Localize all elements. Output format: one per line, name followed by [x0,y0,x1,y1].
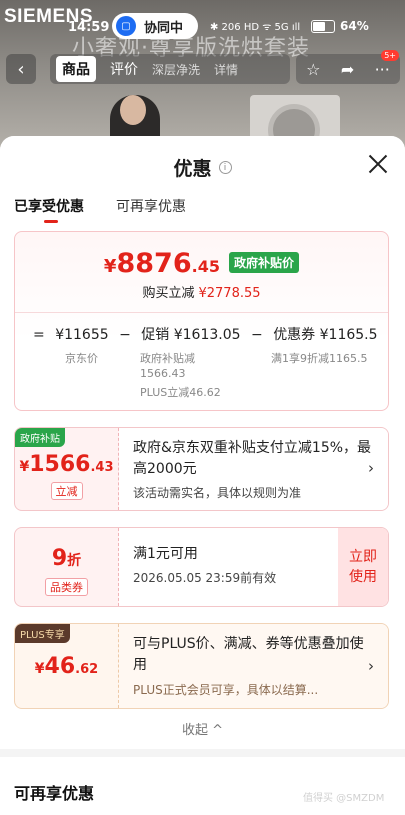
coupon-title: 政府&京东双重补贴支付立减15%，最高2000元 [133,440,372,477]
tab-reviews[interactable]: 评价 [110,59,138,79]
close-icon[interactable] [366,152,390,176]
coupon-sub: 品类券 [15,576,118,596]
coupon-desc: 该活动需实名，具体以规则为准 [133,486,302,500]
chevron-left-icon: ‹ [17,58,25,80]
discount-sheet: 优惠 i 已享受优惠 可再享优惠 ¥8876.45 政府补贴价 购买立减 ¥277… [0,136,405,815]
info-icon[interactable]: i [218,161,232,174]
coupon-unit: 折 [67,553,82,569]
tab-details[interactable]: 详情 [214,61,238,78]
coupon-sub-text: 立减 [50,482,83,500]
discount-label: 购买立减 [142,286,195,301]
base-price-label: 京东价 [65,352,98,365]
nav-actions: ☆ ➦ ··· 5+ [296,50,400,84]
coupon-label: 满1享9折减1165.5 [271,352,368,365]
coupon-left: 政府补贴 ¥1566.43 立减 [15,428,119,510]
coupon-desc: 2026.05.05 23:59前有效 [133,571,277,585]
final-price: ¥8876.45 政府补贴价 [15,248,388,279]
gov-subsidy-coupon[interactable]: 政府补贴 ¥1566.43 立减 政府&京东双重补贴支付立减15%，最高2000… [14,427,389,511]
section-divider [0,749,405,757]
discount-content: ¥8876.45 政府补贴价 购买立减 ¥2778.55 = ¥11655 − 促… [0,231,405,815]
promo-label-2: 1566.43 [140,367,186,380]
coupon-title: 满1元可用 [133,546,198,562]
coupon-desc: PLUS正式会员可享，具体以结算... [133,683,319,697]
coupon-right: 政府&京东双重补贴支付立减15%，最高2000元 该活动需实名，具体以规则为准 … [119,428,388,510]
chevron-right-icon: › [368,657,374,675]
message-badge: 5+ [381,50,399,61]
coupon-left: PLUS专享 ¥46.62 [15,624,119,708]
status-time: 14:59 [68,20,110,35]
tab-available-discounts[interactable]: 可再享优惠 [116,196,186,216]
nav-bar: ‹ 商品 评价 深层净洗 详情 ☆ ➦ ··· 5+ [0,50,405,86]
sheet-header: 优惠 i [0,136,405,194]
formula-equals: = [33,327,45,343]
coupon-amount: ¥46.62 [15,654,118,679]
promo-label-1: 政府补贴减 [140,352,195,365]
coupon-title: 可与PLUS价、满减、券等优惠叠加使用 [133,636,364,673]
price-formula: = ¥11655 − 促销 ¥1613.05 − 优惠券 ¥1165.5 [33,324,384,344]
formula-promo: 促销 ¥1613.05 [141,327,241,343]
coupon-int: 46 [44,654,76,679]
coupon-tag: 政府补贴 [15,428,65,447]
status-bar: 14:59 ▢ 协同中 ✱ 206 HD ᯤ 5G ıll 64% [0,12,405,40]
battery-fill [313,22,326,31]
star-icon[interactable]: ☆ [306,60,320,79]
coupon-dec: .62 [75,662,99,677]
active-tab-indicator [44,220,58,223]
category-coupon[interactable]: 9折 品类券 满1元可用 2026.05.05 23:59前有效 已领 立即使用 [14,527,389,607]
price-decimal: .45 [191,257,220,276]
coupon-right: 可与PLUS价、满减、券等优惠叠加使用 PLUS正式会员可享，具体以结算... … [119,624,388,708]
sheet-title-text: 优惠 [173,158,212,180]
discount-tabs: 已享受优惠 可再享优惠 [0,194,405,232]
coupon-amount: ¥1566.43 [15,452,118,477]
use-now-label: 立即使用 [349,549,377,585]
plus-coupon[interactable]: PLUS专享 ¥46.62 可与PLUS价、满减、券等优惠叠加使用 PLUS正式… [14,623,389,709]
discount-line: 购买立减 ¥2778.55 [15,282,388,301]
summary-divider [15,312,388,313]
price-integer: 8876 [116,248,192,279]
chevron-right-icon: › [368,459,374,477]
coupon-amount: 9折 [15,546,118,571]
battery-text: 64% [340,19,369,33]
nav-tabs: 商品 评价 深层净洗 详情 [50,54,290,84]
promo-label-3: PLUS立减46.62 [140,386,221,399]
more-icon[interactable]: ··· [375,60,390,79]
battery-icon [311,20,335,33]
formula-minus-2: − [251,327,263,343]
sheet-title: 优惠 i [0,154,405,181]
tab-feature[interactable]: 深层净洗 [152,61,200,78]
more-discounts-title: 可再享优惠 [14,784,95,803]
model-figure-head [120,95,146,125]
coupon-symbol: ¥ [19,459,30,475]
coupon-dec: .43 [90,460,114,475]
price-summary-card: ¥8876.45 政府补贴价 购买立减 ¥2778.55 = ¥11655 − 促… [14,231,389,411]
formula-coupon: 优惠券 ¥1165.5 [273,327,378,343]
coupon-tag: PLUS专享 [15,624,70,643]
collab-label: 协同中 [144,20,184,36]
coupon-sub-text: 品类券 [45,578,88,596]
discount-value: ¥2778.55 [198,286,261,301]
gov-subsidy-price-tag: 政府补贴价 [229,252,300,273]
tab-enjoyed-discounts[interactable]: 已享受优惠 [14,196,84,216]
collab-pill[interactable]: ▢ 协同中 [112,13,198,39]
coupon-int: 1566 [29,452,91,477]
price-symbol: ¥ [103,256,117,277]
coupon-int: 9 [51,546,68,571]
coupon-left: 9折 品类券 [15,528,119,606]
collapse-button[interactable]: 收起 ^ [0,719,405,738]
status-icons: ✱ 206 HD ᯤ 5G ıll [210,22,301,33]
coupon-sub: 立减 [15,480,118,500]
back-button[interactable]: ‹ [6,54,36,84]
formula-minus-1: − [119,327,131,343]
share-icon[interactable]: ➦ [341,60,354,79]
watermark: 值得买 @SMZDM [303,793,385,804]
formula-base: ¥11655 [55,327,109,343]
coupon-symbol: ¥ [34,661,45,677]
coupon-right: 满1元可用 2026.05.05 23:59前有效 已领 立即使用 [119,528,388,606]
tab-product[interactable]: 商品 [56,56,96,82]
collab-icon: ▢ [116,16,136,36]
use-now-button[interactable]: 立即使用 [338,528,388,606]
